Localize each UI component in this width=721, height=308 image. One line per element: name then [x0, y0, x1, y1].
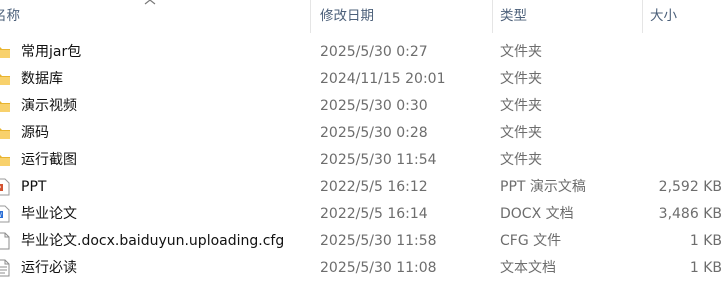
- file-row[interactable]: 运行必读 2025/5/30 11:08 文本文档 1 KB: [0, 255, 721, 282]
- file-list: 常用jar包 2025/5/30 0:27 文件夹 数据库 2024/11/15 20:…: [0, 39, 721, 282]
- column-header-row: 名称 修改日期 类型 大小: [0, 0, 721, 33]
- file-row[interactable]: P PPT 2022/5/5 16:12 PPT 演示文稿 2,592 KB: [0, 174, 721, 201]
- file-modified-date: 2025/5/30 0:28: [320, 125, 428, 141]
- file-type: 文件夹: [500, 71, 542, 87]
- file-type: 文件夹: [500, 98, 542, 114]
- file-size: 1 KB: [689, 260, 721, 276]
- file-type: DOCX 文档: [500, 206, 574, 222]
- file-row[interactable]: 演示视频 2025/5/30 0:30 文件夹: [0, 93, 721, 120]
- file-row[interactable]: 常用jar包 2025/5/30 0:27 文件夹: [0, 39, 721, 66]
- column-header-name[interactable]: 名称: [0, 0, 311, 33]
- file-name[interactable]: 数据库: [21, 66, 63, 93]
- file-size: 3,486 KB: [658, 206, 721, 222]
- svg-text:P: P: [0, 186, 1, 192]
- file-type: 文件夹: [500, 125, 542, 141]
- folder-icon: [0, 70, 11, 88]
- file-row[interactable]: 毕业论文.docx.baiduyun.uploading.cfg 2025/5/3…: [0, 228, 721, 255]
- file-modified-date: 2025/5/30 0:30: [320, 98, 428, 114]
- file-type: CFG 文件: [500, 233, 562, 249]
- file-name[interactable]: 毕业论文.docx.baiduyun.uploading.cfg: [21, 228, 284, 255]
- file-modified-date: 2025/5/30 11:58: [320, 233, 437, 249]
- file-type: 文件夹: [500, 152, 542, 168]
- docx-file-icon: W: [0, 205, 11, 223]
- column-divider[interactable]: [310, 0, 311, 33]
- column-header-size[interactable]: 大小: [650, 0, 721, 33]
- file-name[interactable]: 常用jar包: [21, 39, 81, 66]
- folder-icon: [0, 124, 11, 142]
- column-divider[interactable]: [642, 0, 643, 33]
- svg-text:W: W: [0, 213, 2, 219]
- file-name[interactable]: 运行必读: [21, 255, 77, 282]
- pptx-file-icon: P: [0, 178, 11, 196]
- file-row[interactable]: W 毕业论文 2022/5/5 16:14 DOCX 文档 3,486 KB: [0, 201, 721, 228]
- file-modified-date: 2024/11/15 20:01: [320, 71, 446, 87]
- file-name[interactable]: 演示视频: [21, 93, 77, 120]
- file-type: PPT 演示文稿: [500, 179, 586, 195]
- file-size: 1 KB: [689, 233, 721, 249]
- column-header-date[interactable]: 修改日期: [320, 0, 492, 33]
- folder-icon: [0, 43, 11, 61]
- file-type: 文件夹: [500, 44, 542, 60]
- folder-icon: [0, 151, 11, 169]
- file-modified-date: 2025/5/30 11:08: [320, 260, 437, 276]
- file-modified-date: 2022/5/5 16:12: [320, 179, 428, 195]
- file-modified-date: 2022/5/5 16:14: [320, 206, 428, 222]
- file-row[interactable]: 数据库 2024/11/15 20:01 文件夹: [0, 66, 721, 93]
- file-row[interactable]: 运行截图 2025/5/30 11:54 文件夹: [0, 147, 721, 174]
- file-name[interactable]: 运行截图: [21, 147, 77, 174]
- column-divider[interactable]: [492, 0, 493, 33]
- file-name[interactable]: 毕业论文: [21, 201, 77, 228]
- file-name[interactable]: PPT: [21, 174, 46, 201]
- blank-file-icon: [0, 232, 11, 250]
- file-size: 2,592 KB: [658, 179, 721, 195]
- file-modified-date: 2025/5/30 0:27: [320, 44, 428, 60]
- file-name[interactable]: 源码: [21, 120, 49, 147]
- file-row[interactable]: 源码 2025/5/30 0:28 文件夹: [0, 120, 721, 147]
- file-type: 文本文档: [500, 260, 556, 276]
- file-explorer: 名称 修改日期 类型 大小 常用jar包2025/5/30 0:27文件夹数据库…: [0, 0, 721, 308]
- column-header-type[interactable]: 类型: [500, 0, 640, 33]
- text-file-icon: [0, 259, 11, 277]
- folder-icon: [0, 97, 11, 115]
- file-modified-date: 2025/5/30 11:54: [320, 152, 437, 168]
